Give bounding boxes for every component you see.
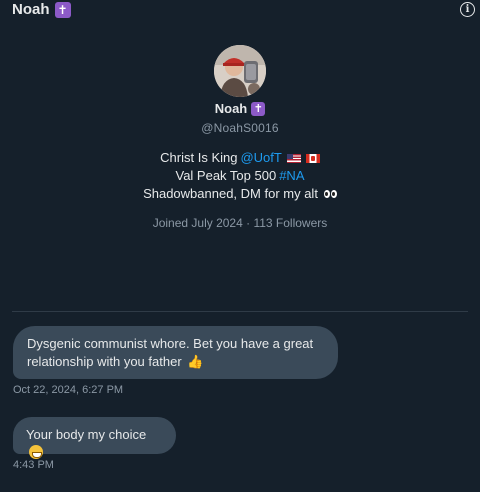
message-timestamp: 4:43 PM [13, 459, 54, 471]
message-bubble[interactable]: Your body my choice [13, 417, 176, 459]
bio-text: Shadowbanned, DM for my alt [143, 186, 318, 201]
hashtag-link[interactable]: #NA [279, 167, 304, 185]
eye-icon [330, 190, 337, 198]
message-text: Your body my choice [26, 427, 147, 442]
cross-badge-icon: ✝ [54, 1, 71, 18]
cross-badge-icon: ✝ [251, 101, 266, 116]
thumbs-up-icon: 👍 [187, 354, 204, 369]
canada-flag-icon [305, 153, 320, 163]
bio-text: Christ Is King [160, 150, 238, 165]
bio-line-3: Shadowbanned, DM for my alt [0, 185, 480, 203]
bio-line-2: Val Peak Top 500 #NA [0, 167, 480, 185]
bio-line-1: Christ Is King @UofT [0, 149, 480, 167]
avatar[interactable] [214, 45, 266, 97]
eye-icon [323, 190, 330, 198]
message-timestamp: Oct 22, 2024, 6:27 PM [13, 384, 124, 396]
profile-name[interactable]: Noah ✝ [215, 101, 266, 116]
message-text: Dysgenic communist whore. Bet you have a… [27, 336, 314, 369]
conversation-header: Noah ✝ i [0, 0, 480, 24]
eyes-emoji-icon [323, 190, 337, 198]
bio-text: Val Peak Top 500 [175, 168, 277, 183]
conversation-title[interactable]: Noah ✝ [12, 1, 71, 18]
profile-card[interactable]: Noah ✝ @NoahS0016 Christ Is King @UofT V… [0, 45, 480, 230]
grinning-face-icon [29, 445, 43, 459]
profile-bio: Christ Is King @UofT Val Peak Top 500 #N… [0, 149, 480, 203]
divider [12, 311, 468, 312]
profile-display-name[interactable]: Noah [215, 101, 248, 116]
avatar-photo [214, 45, 266, 97]
profile-handle: @NoahS0016 [201, 121, 279, 135]
us-flag-icon [286, 153, 301, 163]
info-icon[interactable]: i [460, 2, 475, 17]
message-bubble[interactable]: Dysgenic communist whore. Bet you have a… [13, 326, 338, 379]
mention-link[interactable]: @UofT [240, 149, 281, 167]
profile-meta: Joined July 2024 · 113 Followers [152, 216, 328, 230]
header-username[interactable]: Noah [12, 1, 50, 18]
